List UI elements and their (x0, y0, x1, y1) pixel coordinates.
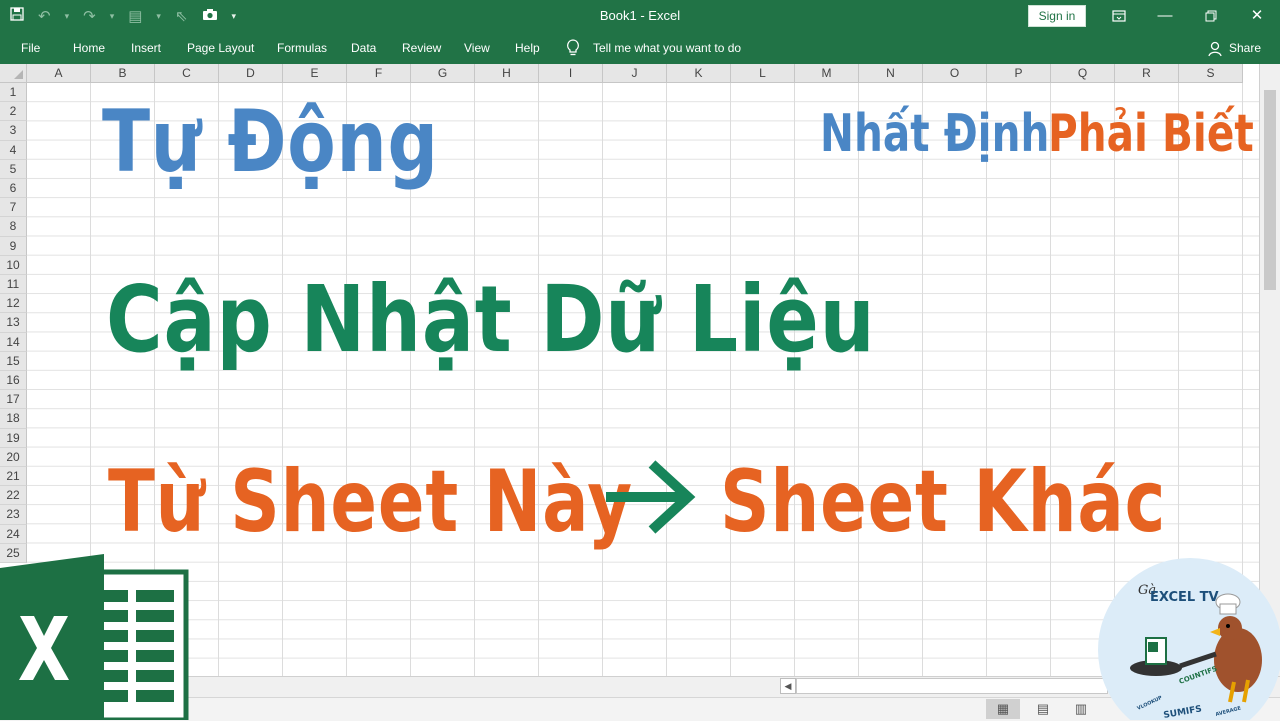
row-header-19[interactable]: 19 (0, 428, 27, 448)
row-header-11[interactable]: 11 (0, 275, 27, 295)
scrollbar-thumb[interactable] (1264, 90, 1276, 290)
row-header-4[interactable]: 4 (0, 140, 27, 160)
column-header-s[interactable]: S (1179, 64, 1243, 83)
channel-badge-logo: Gà EXCEL TV COUNTIFS SUMIFS VLOOKUP AVER… (1098, 558, 1280, 720)
column-header-j[interactable]: J (603, 64, 667, 83)
ribbon-display-icon[interactable] (1096, 0, 1142, 32)
row-header-3[interactable]: 3 (0, 121, 27, 141)
page-break-view-icon[interactable]: ▥ (1064, 699, 1098, 719)
row-header-24[interactable]: 24 (0, 524, 27, 544)
select-all-button[interactable] (0, 64, 27, 83)
row-header-1[interactable]: 1 (0, 83, 27, 103)
column-header-h[interactable]: H (475, 64, 539, 83)
row-header-18[interactable]: 18 (0, 409, 27, 429)
row-header-15[interactable]: 15 (0, 351, 27, 371)
column-header-p[interactable]: P (987, 64, 1051, 83)
column-header-d[interactable]: D (219, 64, 283, 83)
row-header-2[interactable]: 2 (0, 102, 27, 122)
close-icon[interactable]: ✕ (1234, 0, 1280, 32)
excel-logo-icon (0, 554, 189, 720)
tab-data[interactable]: Data (351, 41, 376, 55)
horizontal-scrollbar[interactable] (796, 678, 1108, 694)
headline-line-3a: Từ Sheet Này (108, 452, 633, 552)
tagline-part-1: Nhất Định (820, 104, 1050, 164)
arrow-right-icon (606, 460, 696, 534)
row-header-23[interactable]: 23 (0, 505, 27, 525)
normal-view-icon[interactable]: ▦ (986, 699, 1020, 719)
column-header-e[interactable]: E (283, 64, 347, 83)
tab-home[interactable]: Home (73, 41, 105, 55)
headline-line-3b: Sheet Khác (720, 452, 1167, 552)
person-icon (1208, 41, 1222, 57)
column-header-g[interactable]: G (411, 64, 475, 83)
tab-help[interactable]: Help (515, 41, 540, 55)
share-button[interactable]: Share (1229, 41, 1261, 55)
column-header-l[interactable]: L (731, 64, 795, 83)
column-header-r[interactable]: R (1115, 64, 1179, 83)
page-layout-view-icon[interactable]: ▤ (1026, 699, 1060, 719)
row-header-10[interactable]: 10 (0, 255, 27, 275)
column-header-b[interactable]: B (91, 64, 155, 83)
column-header-c[interactable]: C (155, 64, 219, 83)
chef-hat-icon (1215, 593, 1241, 615)
tell-me-search[interactable]: Tell me what you want to do (593, 41, 741, 55)
tab-review[interactable]: Review (402, 41, 441, 55)
row-header-8[interactable]: 8 (0, 217, 27, 237)
tab-insert[interactable]: Insert (131, 41, 161, 55)
column-header-k[interactable]: K (667, 64, 731, 83)
column-header-a[interactable]: A (27, 64, 91, 83)
row-header-6[interactable]: 6 (0, 179, 27, 199)
restore-icon[interactable] (1188, 0, 1234, 32)
column-header-i[interactable]: I (539, 64, 603, 83)
ribbon-tabs: File Home Insert Page Layout Formulas Da… (0, 32, 1280, 64)
title-bar: ↶ ▾ ↷ ▾ ▤ ▾ ⇖ ▾ Book1 - Excel Sign in — … (0, 0, 1280, 32)
tagline-part-2: Phải Biết (1048, 104, 1254, 164)
lightbulb-icon (567, 39, 579, 56)
column-header-q[interactable]: Q (1051, 64, 1115, 83)
sign-in-button[interactable]: Sign in (1028, 5, 1086, 27)
row-header-17[interactable]: 17 (0, 390, 27, 410)
column-header-m[interactable]: M (795, 64, 859, 83)
tab-file[interactable]: File (21, 41, 40, 55)
tab-page-layout[interactable]: Page Layout (187, 41, 254, 55)
row-header-13[interactable]: 13 (0, 313, 27, 333)
row-header-21[interactable]: 21 (0, 467, 27, 487)
column-header-n[interactable]: N (859, 64, 923, 83)
row-header-16[interactable]: 16 (0, 371, 27, 391)
tab-formulas[interactable]: Formulas (277, 41, 327, 55)
column-header-o[interactable]: O (923, 64, 987, 83)
row-header-20[interactable]: 20 (0, 447, 27, 467)
badge-title: EXCEL TV (1150, 590, 1219, 605)
tab-view[interactable]: View (464, 41, 490, 55)
scroll-left-button[interactable]: ◀ (780, 678, 796, 694)
minimize-icon[interactable]: — (1142, 0, 1188, 32)
headline-line-2: Cập Nhật Dữ Liệu (106, 266, 876, 373)
row-header-14[interactable]: 14 (0, 332, 27, 352)
window-title: Book1 - Excel (599, 8, 681, 23)
row-header-9[interactable]: 9 (0, 236, 27, 256)
row-header-5[interactable]: 5 (0, 159, 27, 179)
row-header-7[interactable]: 7 (0, 198, 27, 218)
row-header-22[interactable]: 22 (0, 486, 27, 506)
headline-line-1: Tự Động (102, 92, 439, 192)
column-header-f[interactable]: F (347, 64, 411, 83)
row-header-12[interactable]: 12 (0, 294, 27, 314)
